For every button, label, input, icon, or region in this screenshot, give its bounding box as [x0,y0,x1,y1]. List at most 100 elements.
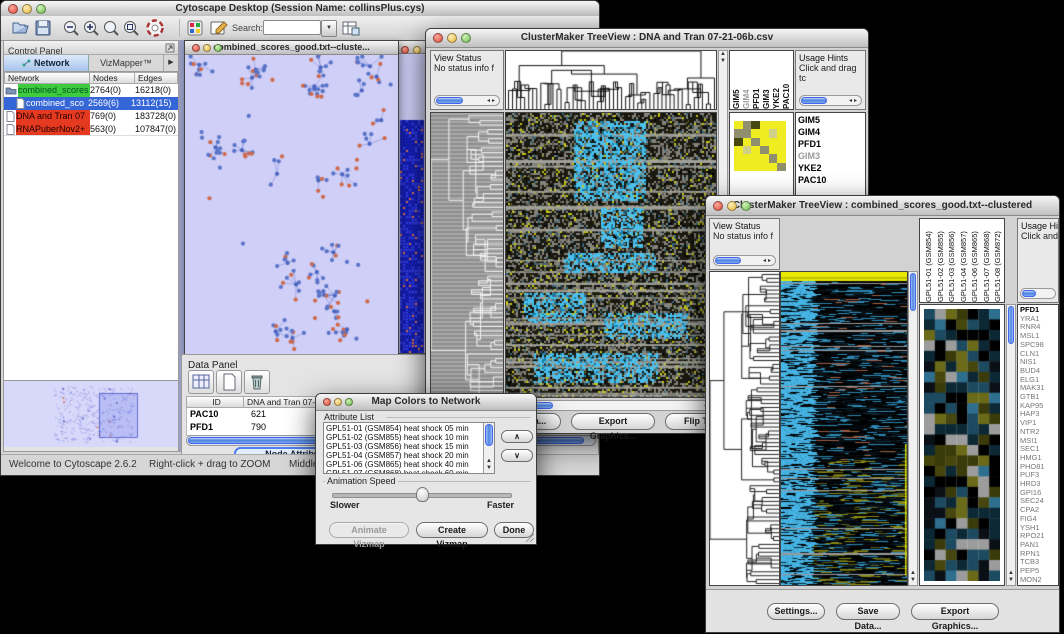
delete-attribute-button[interactable] [244,370,270,394]
gene-label[interactable]: GIM5 [798,114,865,126]
minimize-button[interactable] [334,398,342,406]
attribute-item[interactable]: GPL51-07 (GSM868) heat shock 60 min [326,469,494,474]
tab-overflow-button[interactable]: ▶ [164,55,178,71]
zoom-button[interactable] [214,44,222,52]
gene-label[interactable]: GIM3 [798,150,865,162]
usage-hints-scrollbar[interactable] [1020,288,1056,299]
tab-network[interactable]: Network [4,55,89,71]
column-label[interactable]: GIM5 [732,51,742,109]
settings-button[interactable]: Settings... [767,603,825,620]
zoom-button[interactable] [741,201,751,211]
zoom-out-icon[interactable] [62,19,80,37]
column-label[interactable]: GPL51-04 (GSM857) [958,219,970,302]
gene-label[interactable]: MON2 [1020,576,1058,585]
data-col-id[interactable]: ID [186,396,244,408]
usage-hints-scrollbar[interactable]: ◂▸ [799,95,862,106]
help-lifering-icon[interactable] [146,19,165,38]
heatmap-vscrollbar[interactable]: ▲▼ [908,271,918,586]
attribute-item[interactable]: GPL51-03 (GSM856) heat shock 15 min [326,442,494,451]
column-label[interactable]: GPL51-02 (GSM855) [935,219,947,302]
minimize-button[interactable] [413,46,421,54]
annotation-icon[interactable] [209,19,228,37]
row-dendrogram[interactable] [709,271,780,586]
heatmap-global-view[interactable] [780,271,908,586]
network-overview-panel[interactable] [4,380,178,449]
vizmapper-palette-icon[interactable] [186,19,204,37]
save-icon[interactable] [34,19,52,37]
zoom-view-vscrollbar[interactable]: ▲▼ [1006,304,1016,586]
close-button[interactable] [433,33,443,43]
attribute-select-button[interactable] [188,370,214,394]
treeview-dna-titlebar[interactable]: ClusterMaker TreeView : DNA and Tran 07-… [426,29,868,48]
similarity-matrix[interactable] [734,121,786,171]
column-label[interactable]: GPL51-08 (GSM872) [992,219,1004,302]
create-vizmap-button[interactable]: Create Vizmap [416,522,488,538]
table-row[interactable]: DNA and Tran 07 769(0) 183728(0) [4,110,178,123]
view-status-scrollbar[interactable]: ◂▸ [713,255,776,266]
attribute-item[interactable]: GPL51-02 (GSM855) heat shock 10 min [326,433,494,442]
col-network[interactable]: Network [4,72,90,84]
col-nodes[interactable]: Nodes [90,72,135,84]
minimize-button[interactable] [727,201,737,211]
table-row-selected[interactable]: combined_sco 2569(6) 13112(15) [4,97,178,110]
attribute-listbox[interactable]: GPL51-01 (GSM854) heat shock 05 minGPL51… [323,422,495,474]
gene-label[interactable]: PAC10 [798,174,865,186]
column-label[interactable]: GIM3 [762,51,772,109]
attribute-item[interactable]: GPL51-04 (GSM857) heat shock 20 min [326,451,494,460]
row-dendrogram[interactable] [430,112,504,398]
zoom-button[interactable] [345,398,353,406]
zoom-in-icon[interactable] [82,19,100,37]
tab-vizmapper[interactable]: VizMapper™ [89,55,164,71]
network-view-window[interactable]: combined_scores_good.txt--cluste... [184,40,399,354]
treeview-combined-titlebar[interactable]: ClusterMaker TreeView : combined_scores_… [706,196,1059,216]
minimize-button[interactable] [447,33,457,43]
heatmap-global-view[interactable] [505,112,717,398]
zoom-view-panel[interactable] [919,304,1005,586]
speed-slider-thumb[interactable] [416,487,429,502]
resize-grip[interactable] [525,533,535,543]
gene-label[interactable]: GIM4 [798,126,865,138]
attribute-item[interactable]: GPL51-06 (GSM865) heat shock 40 min [326,460,494,469]
zoom-button[interactable] [36,4,46,14]
attribute-table-icon[interactable] [341,19,360,37]
network-view-window-2[interactable] [398,40,426,354]
main-titlebar[interactable]: Cytoscape Desktop (Session Name: collins… [1,1,599,17]
minimize-button[interactable] [203,44,211,52]
gene-label[interactable]: YKE2 [798,162,865,174]
column-label[interactable]: PAC10 [782,51,792,109]
col-edges[interactable]: Edges [135,72,178,84]
move-down-button[interactable]: ∨ [501,449,533,462]
column-label[interactable]: YKE2 [772,51,782,109]
animate-vizmap-button[interactable]: Animate Vizmap [329,522,409,538]
column-label[interactable]: GPL51-03 (GSM856) [946,219,958,302]
close-button[interactable] [323,398,331,406]
network-canvas[interactable] [185,55,398,354]
move-up-button[interactable]: ∧ [501,430,533,443]
search-input[interactable] [263,20,321,35]
column-label[interactable]: PFD1 [752,51,762,109]
column-label[interactable]: GIM4 [742,51,752,109]
zoom-button[interactable] [461,33,471,43]
attribute-item[interactable]: GPL51-01 (GSM854) heat shock 05 min [326,424,494,433]
view-status-scrollbar[interactable]: ◂▸ [434,95,500,106]
new-attribute-button[interactable] [216,370,242,394]
minimize-button[interactable] [22,4,32,14]
search-dropdown-button[interactable]: ▼ [321,20,337,37]
zoom-fit-icon[interactable] [102,19,120,37]
export-graphics-button[interactable]: Export Graphics... [911,603,999,620]
gene-label[interactable]: PFD1 [798,138,865,150]
column-label[interactable]: GPL51-06 (GSM865) [969,219,981,302]
close-button[interactable] [8,4,18,14]
close-button[interactable] [401,46,409,54]
close-button[interactable] [713,201,723,211]
zoom-selected-icon[interactable] [122,19,140,37]
column-dendrogram[interactable] [505,50,717,110]
close-button[interactable] [192,44,200,52]
attribute-list-scrollbar[interactable]: ▲▼ [483,423,494,473]
column-label[interactable]: GPL51-01 (GSM854) [923,219,935,302]
column-label[interactable]: GPL51-07 (GSM868) [981,219,993,302]
dense-network-canvas[interactable] [399,54,425,353]
save-data-button[interactable]: Save Data... [836,603,900,620]
table-row[interactable]: combined_scores 2764(0) 16218(0) [4,84,178,97]
open-file-icon[interactable] [11,19,30,37]
